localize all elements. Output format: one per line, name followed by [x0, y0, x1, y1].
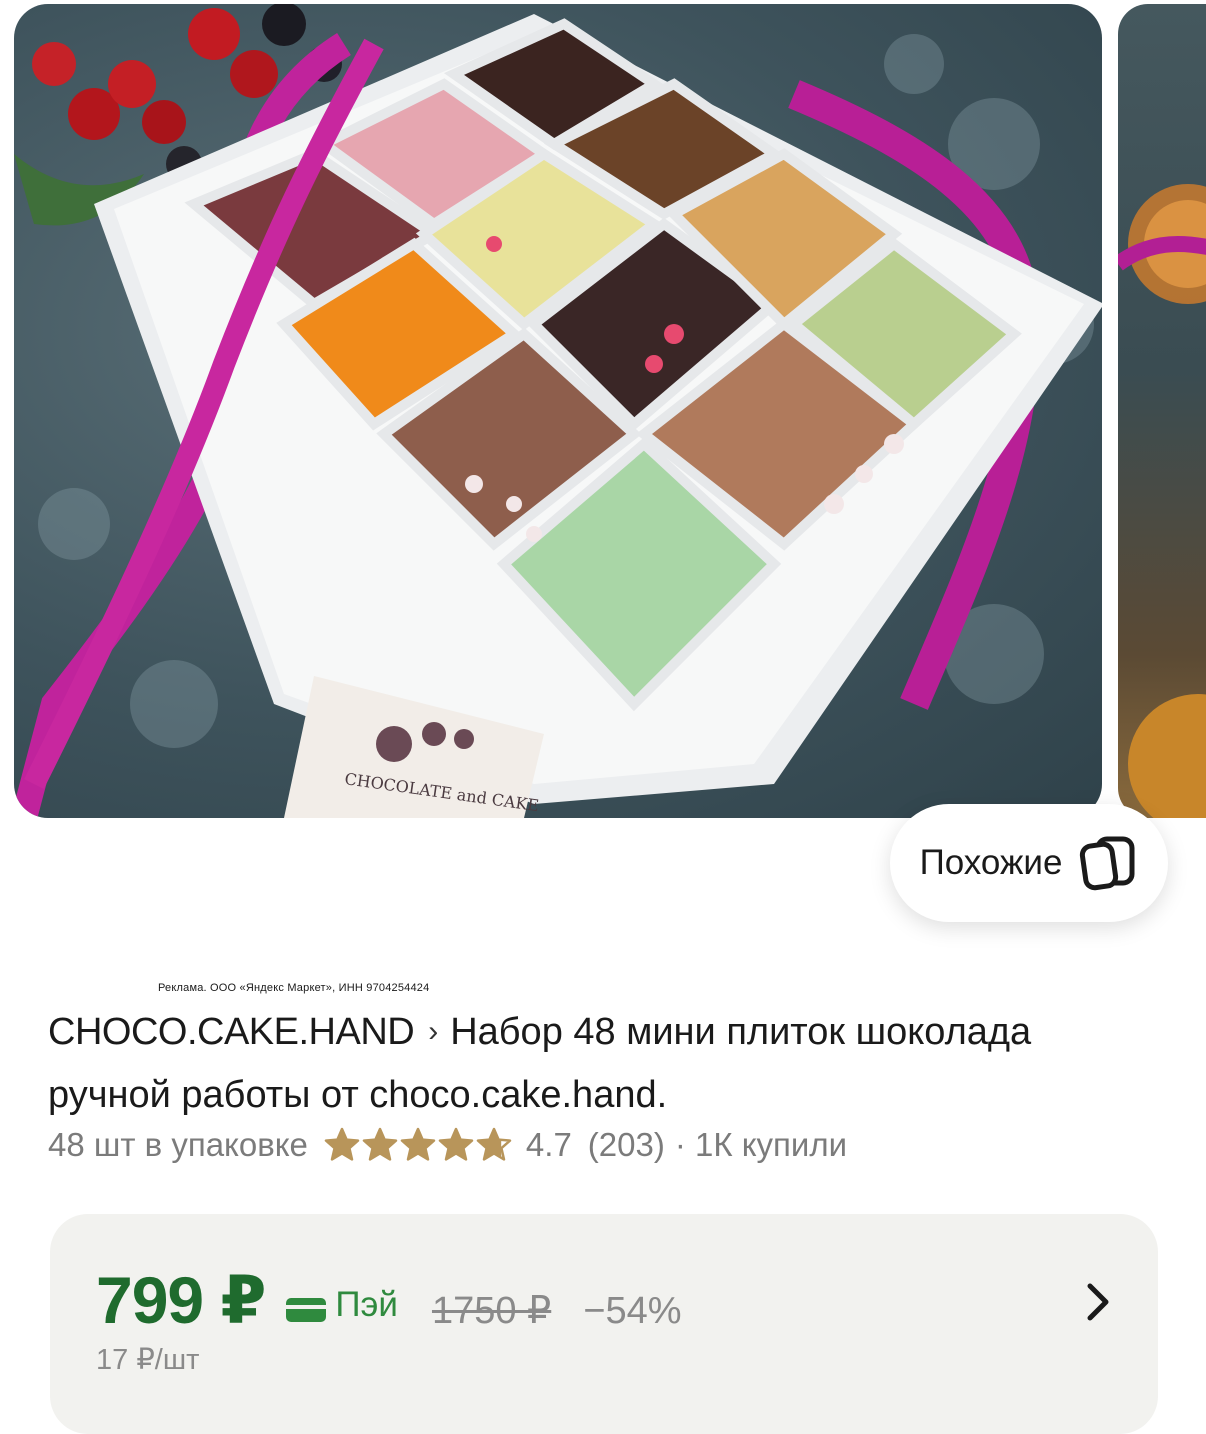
pay-label: Пэй — [335, 1285, 398, 1324]
star-icon — [476, 1127, 512, 1161]
rating-stars[interactable] — [324, 1127, 512, 1163]
next-photo-preview — [1118, 184, 1206, 818]
similar-button[interactable]: Похожие — [890, 804, 1168, 922]
chocolate-box-illustration: CHOCOLATE and CAKE — [14, 4, 1102, 818]
chevron-right-icon[interactable] — [1080, 1280, 1116, 1324]
product-title-block: CHOCO.CAKE.HAND › Набор 48 мини плиток шок… — [48, 1002, 1158, 1125]
product-photo-main[interactable]: CHOCOLATE and CAKE — [14, 4, 1102, 818]
rating-value: 4.7 — [525, 1126, 572, 1163]
price-card[interactable]: 799 ₽ Пэй 1750 ₽ −54% 17 ₽/шт — [50, 1214, 1158, 1434]
product-image-gallery[interactable]: CHOCOLATE and CAKE — [0, 0, 1206, 820]
unit-price: 17 ₽/шт — [96, 1344, 200, 1376]
price-row: 799 ₽ Пэй 1750 ₽ −54% — [96, 1262, 682, 1337]
bought-count: · 1К купили — [674, 1126, 848, 1163]
discount-percent: −54% — [583, 1290, 682, 1332]
star-icon — [438, 1127, 474, 1161]
star-icon — [400, 1127, 436, 1161]
old-price: 1750 ₽ — [431, 1290, 552, 1332]
brand-link[interactable]: CHOCO.CAKE.HAND — [48, 1011, 415, 1053]
package-size: 48 шт в упаковке — [48, 1126, 308, 1163]
star-icon — [362, 1127, 398, 1161]
yandex-pay-badge: Пэй — [285, 1285, 398, 1325]
product-meta-row: 48 шт в упаковке 4.7 (203) · 1К купили — [48, 1122, 847, 1168]
card-icon — [285, 1294, 327, 1324]
reviews-count[interactable]: (203) — [588, 1126, 665, 1164]
star-icon — [324, 1127, 360, 1161]
product-photo-next[interactable] — [1118, 4, 1206, 818]
current-price: 799 ₽ — [96, 1263, 266, 1337]
chevron-right-icon[interactable]: › — [428, 1002, 438, 1062]
ad-disclaimer: Реклама. ООО «Яндекс Маркет», ИНН 970425… — [158, 982, 430, 994]
similar-label: Похожие — [919, 843, 1063, 882]
cards-stack-icon — [1078, 835, 1138, 891]
